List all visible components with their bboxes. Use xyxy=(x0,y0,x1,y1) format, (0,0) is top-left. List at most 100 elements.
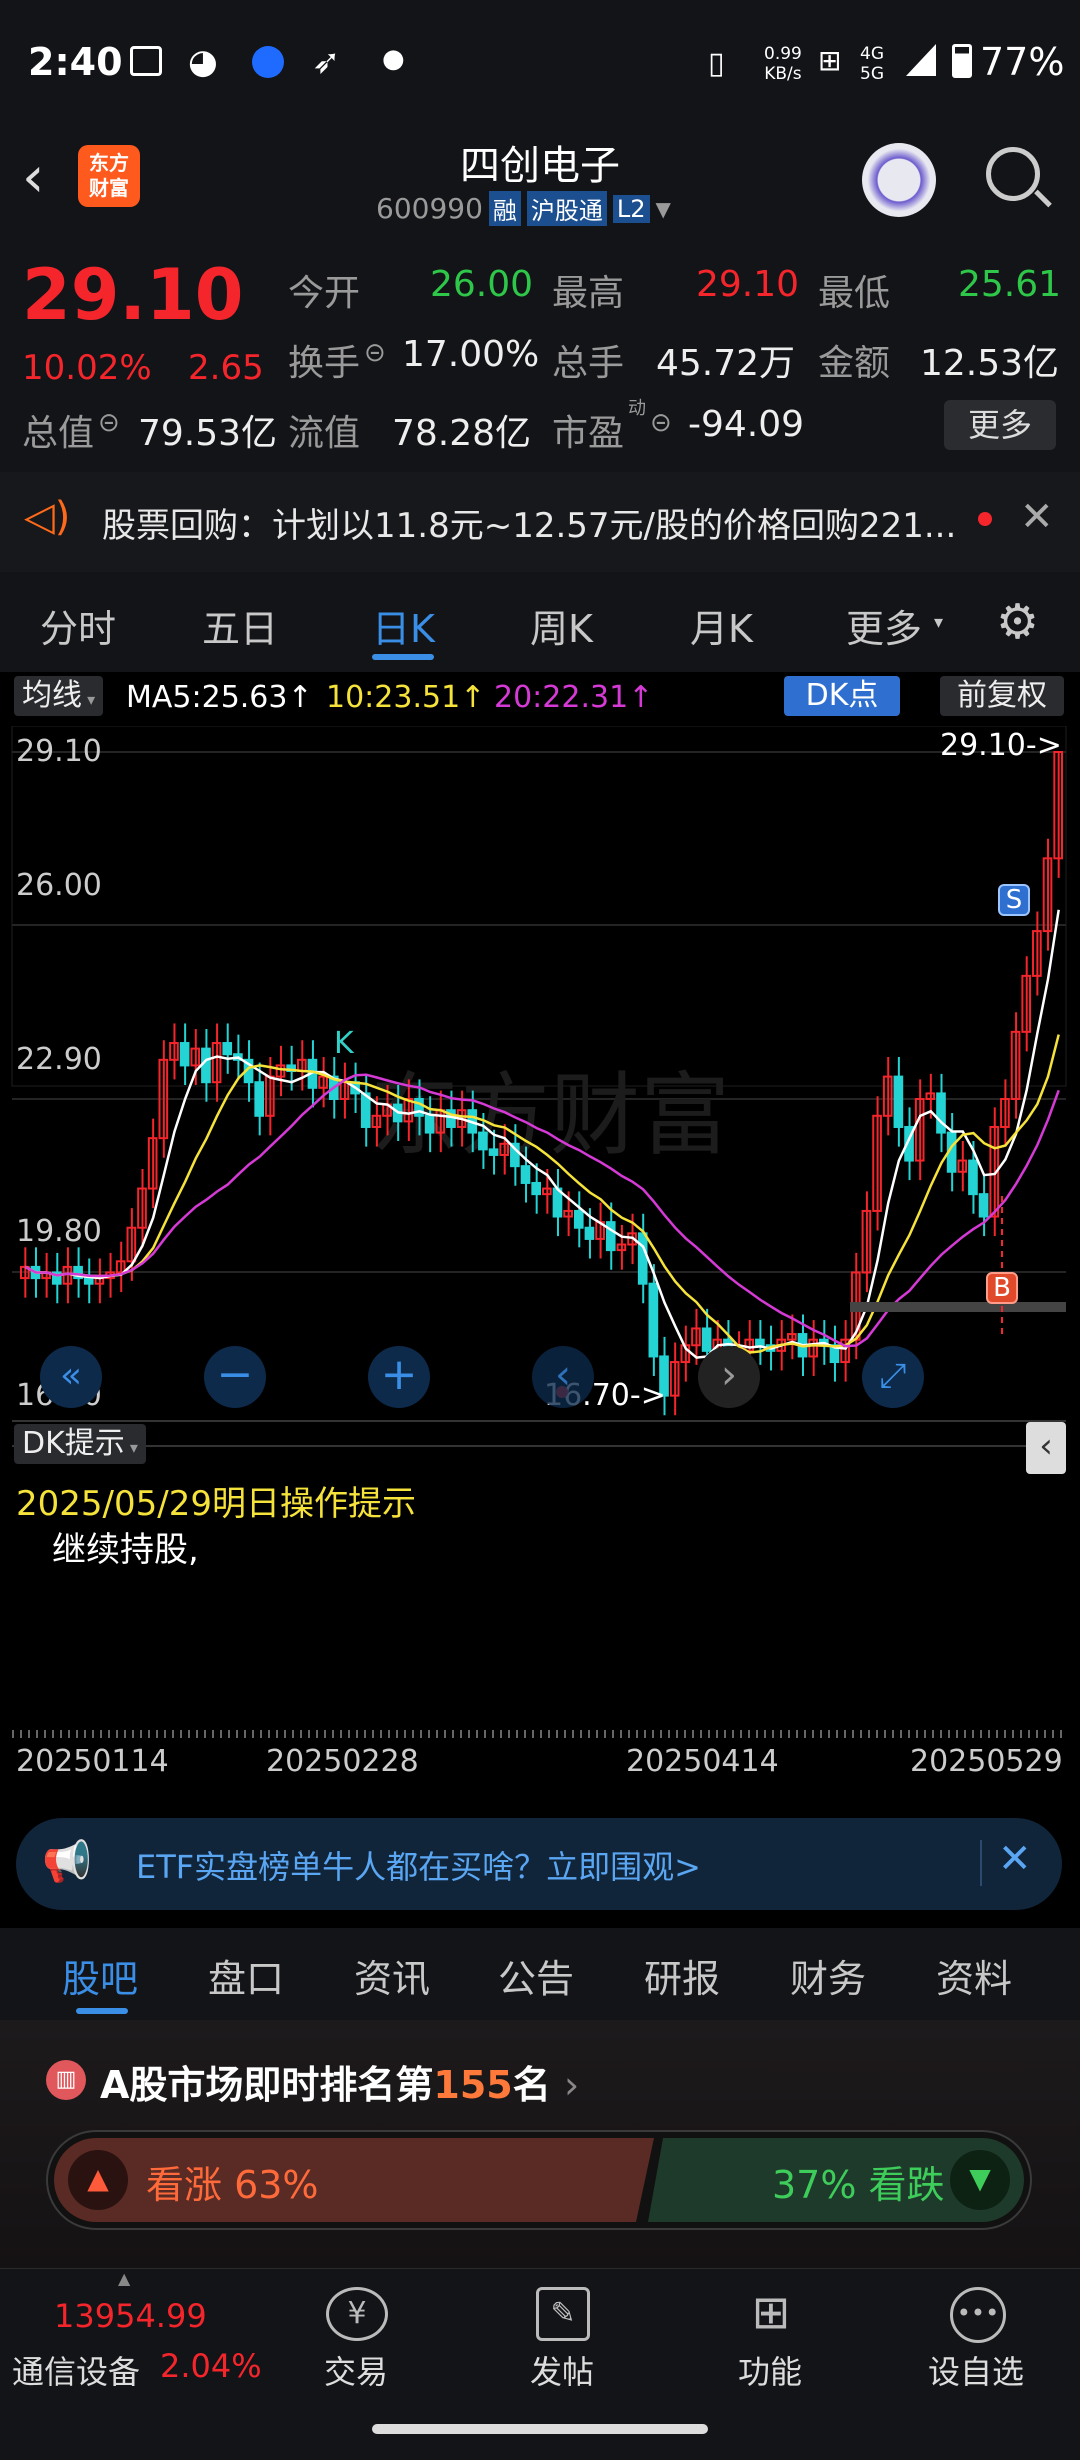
zoom-in-button[interactable]: + xyxy=(368,1346,430,1408)
wechat-icon: ◕ xyxy=(188,42,218,82)
zoom-out-button[interactable]: − xyxy=(204,1346,266,1408)
date-label: 20250228 xyxy=(266,1744,419,1779)
battery-icon xyxy=(952,44,972,78)
candle-body xyxy=(531,1181,541,1196)
tab-news[interactable]: 资讯 xyxy=(354,1948,430,2003)
tab-finance[interactable]: 财务 xyxy=(790,1948,866,2003)
post-label[interactable]: 发帖 xyxy=(530,2347,594,2393)
date-label: 20250529 xyxy=(910,1744,1063,1779)
settings-gear-icon[interactable]: ⚙ xyxy=(996,594,1039,650)
expand-icon[interactable]: ▲ xyxy=(118,2269,130,2288)
robot-assistant-icon[interactable] xyxy=(862,143,936,217)
kline-chart[interactable]: 东方财富 xyxy=(0,726,1080,1786)
hgt-tag: 沪股通 xyxy=(526,191,607,226)
index-value[interactable]: 13954.99 xyxy=(54,2297,207,2335)
ma-selector[interactable]: 均线 ▾ xyxy=(14,676,104,716)
etf-banner[interactable]: 📢 ETF实盘榜单牛人都在买啥？立即围观> ✕ xyxy=(16,1818,1062,1910)
candle-body xyxy=(701,1327,712,1352)
content-tabs: 股吧 盘口 资讯 公告 研报 财务 资料 xyxy=(0,1928,1080,2020)
open-value: 26.00 xyxy=(430,264,534,305)
tab-monthly-k[interactable]: 月K xyxy=(690,598,753,653)
watermark: 东方财富 xyxy=(370,1063,730,1168)
dropdown-icon[interactable]: ▼ xyxy=(656,197,671,221)
info-icon[interactable]: ⊝ xyxy=(364,338,386,368)
info-icon[interactable]: ⊝ xyxy=(98,408,120,438)
divider xyxy=(980,1840,982,1886)
current-price: 29.10 xyxy=(22,254,244,336)
turnover-value: 17.00% xyxy=(402,334,540,375)
candle-body xyxy=(478,1131,488,1151)
l2-tag[interactable]: L2 xyxy=(612,194,650,223)
more-button[interactable]: 更多 xyxy=(944,400,1056,450)
high-value: 29.10 xyxy=(696,264,800,305)
amount-label: 金额 xyxy=(818,343,891,384)
search-icon[interactable] xyxy=(986,147,1052,208)
sell-signal[interactable]: S xyxy=(998,884,1030,916)
dk-point-button[interactable]: DK点 xyxy=(784,676,900,716)
watchlist-label[interactable]: 设自选 xyxy=(928,2347,1024,2393)
rank-text[interactable]: A股市场即时排名第155名 › xyxy=(100,2054,579,2109)
float-value: 78.28亿 xyxy=(392,413,532,454)
tab-intraday[interactable]: 分时 xyxy=(40,598,116,653)
tab-weekly-k[interactable]: 周K xyxy=(530,598,593,653)
vibrate-icon: ▯ xyxy=(708,46,725,81)
hint-title: 2025/05/29明日操作提示 xyxy=(16,1484,416,1524)
tab-profile[interactable]: 资料 xyxy=(936,1948,1012,2003)
date-label: 20250114 xyxy=(16,1744,169,1779)
trade-icon[interactable]: ¥ xyxy=(326,2287,388,2341)
home-indicator[interactable] xyxy=(372,2424,708,2434)
active-tab-indicator xyxy=(372,654,434,660)
candle-body xyxy=(488,1148,499,1156)
market-rank-panel: ▥ A股市场即时排名第155名 › ▲ 看涨 63% 37% 看跌 ▼ xyxy=(0,2020,1080,2268)
index-change: 2.04% xyxy=(160,2347,262,2385)
low-label: 最低 xyxy=(818,273,891,314)
candle-body xyxy=(424,1114,435,1134)
tab-pankou[interactable]: 盘口 xyxy=(208,1948,284,2003)
tab-announcement[interactable]: 公告 xyxy=(498,1948,574,2003)
tab-more[interactable]: 更多 xyxy=(846,598,922,653)
low-value: 25.61 xyxy=(958,264,1062,305)
notice-text[interactable]: 股票回购：计划以11.8元~12.57元/股的价格回购221... xyxy=(102,498,956,547)
tab-daily-k[interactable]: 日K xyxy=(372,598,435,653)
adjust-button[interactable]: 前复权 xyxy=(940,676,1064,716)
down-arrow-icon[interactable]: ▼ xyxy=(950,2150,1010,2210)
candle-body xyxy=(520,1165,531,1184)
speaker-icon: ◁) xyxy=(24,494,71,540)
pe-value: -94.09 xyxy=(688,404,805,445)
pe-label: 市盈 xyxy=(552,413,625,454)
bullish-fill[interactable] xyxy=(54,2138,654,2222)
function-label[interactable]: 功能 xyxy=(738,2347,802,2393)
dk-hint-selector[interactable]: DK提示 ▾ xyxy=(14,1424,146,1464)
y-tick: 26.00 xyxy=(16,868,102,903)
buyback-notice[interactable]: ◁) 股票回购：计划以11.8元~12.57元/股的价格回购221... ✕ xyxy=(0,472,1080,572)
candle-body xyxy=(893,1075,904,1128)
info-icon[interactable]: ⊝ xyxy=(650,408,672,438)
candle-body xyxy=(584,1226,595,1240)
bullish-label: 看涨 63% xyxy=(146,2163,319,2207)
candle-body xyxy=(755,1338,765,1347)
trade-label[interactable]: 交易 xyxy=(324,2347,388,2393)
stock-code-row: 600990 融 沪股通 L2 ▼ xyxy=(376,191,671,226)
k-signal: K xyxy=(334,1026,354,1061)
tab-five-day[interactable]: 五日 xyxy=(202,598,278,653)
index-name[interactable]: 通信设备 xyxy=(12,2347,140,2393)
active-tab-indicator xyxy=(76,2008,128,2014)
fullscreen-button[interactable]: ⤢ xyxy=(862,1346,924,1408)
amount-value: 12.53亿 xyxy=(920,343,1060,384)
close-icon[interactable]: ✕ xyxy=(998,1836,1032,1882)
close-icon[interactable]: ✕ xyxy=(1020,494,1054,540)
etf-text[interactable]: ETF实盘榜单牛人都在买啥？立即围观> xyxy=(136,1842,701,1888)
edit-icon[interactable]: ✎ xyxy=(536,2287,590,2341)
buy-signal[interactable]: B xyxy=(986,1272,1018,1304)
collapse-icon[interactable]: ‹ xyxy=(1026,1422,1066,1474)
tab-guba[interactable]: 股吧 xyxy=(62,1948,138,2003)
up-arrow-icon[interactable]: ▲ xyxy=(68,2150,128,2210)
turnover-label: 换手 xyxy=(288,343,361,384)
scroll-left-button[interactable]: ‹ xyxy=(532,1346,594,1408)
tab-research[interactable]: 研报 xyxy=(644,1948,720,2003)
more-circle-icon[interactable]: ••• xyxy=(950,2287,1006,2343)
grid-icon[interactable]: ⊞ xyxy=(744,2287,798,2341)
scroll-start-button[interactable]: « xyxy=(40,1346,102,1408)
scroll-right-button[interactable]: › xyxy=(698,1346,760,1408)
candle-body xyxy=(179,1042,190,1067)
